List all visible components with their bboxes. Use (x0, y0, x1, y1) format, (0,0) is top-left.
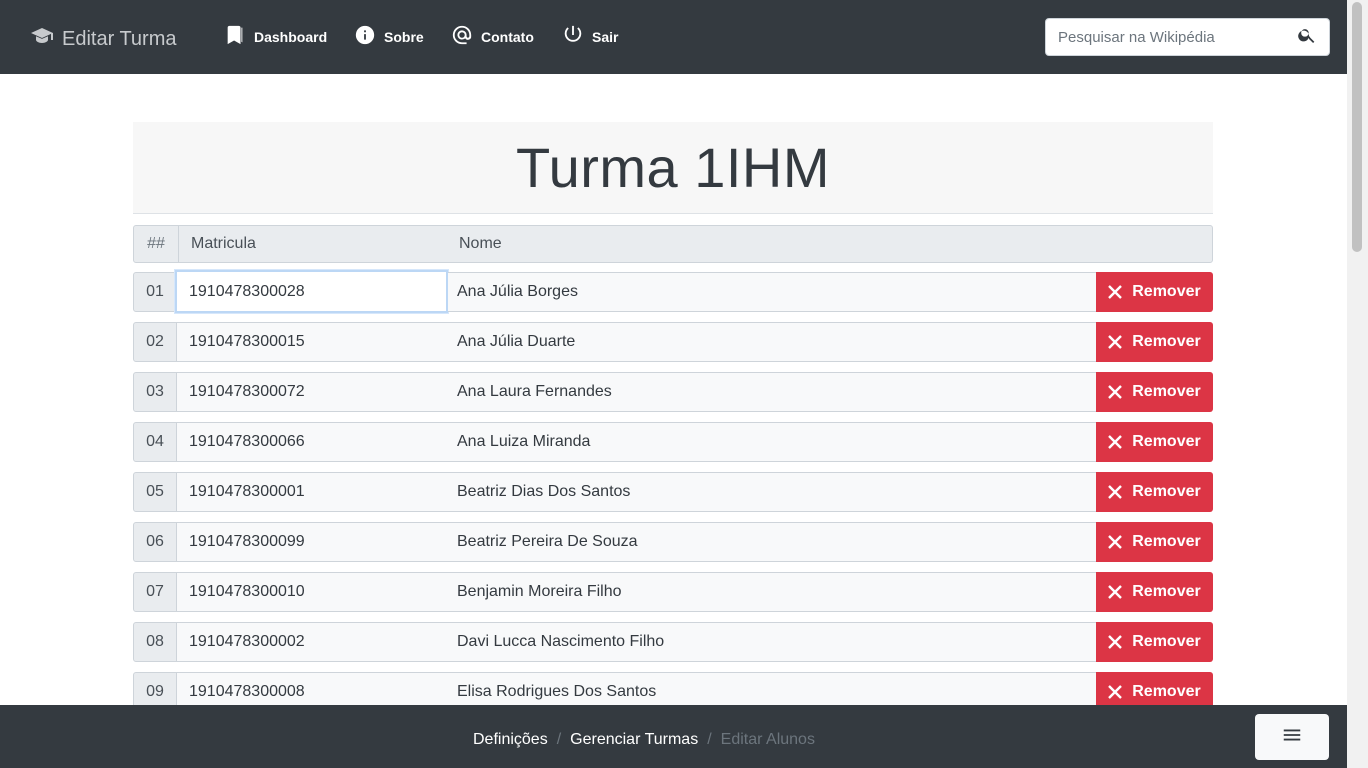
graduation-cap-icon (30, 24, 54, 54)
nome-input[interactable] (448, 322, 1096, 362)
remove-label: Remover (1132, 583, 1201, 600)
remove-button[interactable]: Remover (1096, 572, 1213, 612)
header-number: ## (134, 226, 179, 262)
close-icon (1108, 635, 1123, 649)
remove-button[interactable]: Remover (1096, 322, 1213, 362)
table-header: ## Matricula Nome (133, 225, 1213, 263)
search-input[interactable] (1046, 19, 1286, 55)
breadcrumb-definicoes[interactable]: Definições (473, 731, 548, 749)
nome-input[interactable] (448, 472, 1096, 512)
close-icon (1108, 335, 1123, 349)
header-matricula: Matricula (191, 235, 256, 252)
breadcrumb-editar-alunos: Editar Alunos (720, 731, 815, 748)
breadcrumb-separator: / (707, 731, 712, 748)
remove-button[interactable]: Remover (1096, 372, 1213, 412)
search-box (1045, 18, 1330, 56)
remove-label: Remover (1132, 533, 1201, 550)
top-navbar: Editar Turma Dashboard Sobre Contato Sai… (0, 0, 1347, 74)
table-row: 07 Remover (133, 572, 1213, 612)
info-icon (354, 24, 376, 49)
matricula-input[interactable] (175, 270, 448, 313)
matricula-input[interactable] (177, 372, 448, 412)
matricula-input[interactable] (177, 522, 448, 562)
remove-label: Remover (1132, 483, 1201, 500)
scrollbar-thumb[interactable] (1352, 2, 1362, 252)
table-row: 08 Remover (133, 622, 1213, 662)
remove-label: Remover (1132, 433, 1201, 450)
remove-label: Remover (1132, 283, 1201, 300)
table-row: 04 Remover (133, 422, 1213, 462)
row-number: 08 (133, 622, 177, 662)
close-icon (1108, 285, 1123, 299)
page-title: Turma 1IHM (515, 136, 831, 199)
nav-sair-label: Sair (592, 28, 619, 45)
close-icon (1108, 385, 1123, 399)
bottom-bar: Definições / Gerenciar Turmas / Editar A… (0, 705, 1347, 768)
table-row: 06 Remover (133, 522, 1213, 562)
table-row: 01 Remover (133, 270, 1213, 313)
nome-input[interactable] (448, 622, 1096, 662)
breadcrumb-gerenciar-turmas[interactable]: Gerenciar Turmas (570, 731, 698, 749)
row-number: 04 (133, 422, 177, 462)
nome-input[interactable] (448, 272, 1096, 312)
nav-contato-label: Contato (481, 28, 534, 45)
matricula-input[interactable] (177, 572, 448, 612)
remove-label: Remover (1132, 333, 1201, 350)
remove-label: Remover (1132, 683, 1201, 700)
matricula-input[interactable] (177, 472, 448, 512)
search-button[interactable] (1285, 19, 1329, 55)
nav-sobre-label: Sobre (384, 28, 424, 45)
table-row: 02 Remover (133, 322, 1213, 362)
matricula-input[interactable] (177, 322, 448, 362)
header-nome: Nome (459, 235, 502, 252)
nome-input[interactable] (448, 522, 1096, 562)
matricula-input[interactable] (177, 622, 448, 662)
page-header: Turma 1IHM (133, 122, 1213, 214)
breadcrumb: Definições / Gerenciar Turmas / Editar A… (473, 731, 815, 749)
nav-sobre[interactable]: Sobre (354, 24, 424, 49)
remove-label: Remover (1132, 383, 1201, 400)
nome-input[interactable] (448, 422, 1096, 462)
close-icon (1108, 585, 1123, 599)
row-number: 07 (133, 572, 177, 612)
row-number: 02 (133, 322, 177, 362)
remove-button[interactable]: Remover (1096, 272, 1213, 312)
row-number: 03 (133, 372, 177, 412)
nav-dashboard-label: Dashboard (254, 28, 328, 45)
brand[interactable]: Editar Turma (30, 24, 176, 54)
row-number: 01 (133, 272, 177, 312)
power-icon (562, 24, 584, 49)
breadcrumb-separator: / (556, 731, 562, 748)
nav-sair[interactable]: Sair (562, 24, 618, 49)
nav-contato[interactable]: Contato (451, 24, 534, 49)
row-number: 05 (133, 472, 177, 512)
search-icon (1297, 25, 1317, 50)
bookmark-icon (224, 24, 246, 49)
table-row: 03 Remover (133, 372, 1213, 412)
hamburger-menu-icon (1281, 724, 1303, 751)
remove-button[interactable]: Remover (1096, 522, 1213, 562)
close-icon (1108, 485, 1123, 499)
matricula-input[interactable] (177, 422, 448, 462)
brand-title: Editar Turma (62, 27, 177, 50)
close-icon (1108, 435, 1123, 449)
remove-button[interactable]: Remover (1096, 422, 1213, 462)
remove-button[interactable]: Remover (1096, 472, 1213, 512)
nome-input[interactable] (448, 572, 1096, 612)
at-icon (451, 24, 473, 49)
nav-dashboard[interactable]: Dashboard (224, 24, 327, 49)
close-icon (1108, 685, 1123, 699)
page-scrollbar[interactable] (1347, 0, 1368, 768)
close-icon (1108, 535, 1123, 549)
remove-button[interactable]: Remover (1096, 622, 1213, 662)
table-row: 05 Remover (133, 472, 1213, 512)
menu-toggle-button[interactable] (1255, 714, 1329, 760)
row-number: 06 (133, 522, 177, 562)
remove-label: Remover (1132, 633, 1201, 650)
nome-input[interactable] (448, 372, 1096, 412)
